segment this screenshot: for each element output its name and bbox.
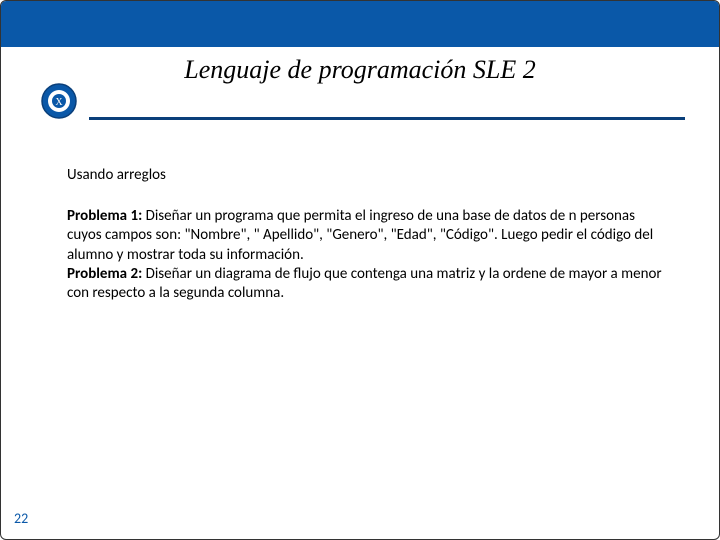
- page-title: Lenguaje de programación SLE 2: [1, 55, 719, 85]
- problem2-label: Problema 2:: [67, 265, 142, 283]
- problems-paragraph: Problema 1: Diseñar un programa que perm…: [67, 207, 669, 303]
- institution-logo-icon: X: [41, 83, 77, 119]
- slide: Lenguaje de programación SLE 2 X Usando …: [0, 0, 720, 540]
- problem1-text: Diseñar un programa que permita el ingre…: [67, 207, 653, 263]
- problem1-label: Problema 1:: [67, 207, 142, 225]
- content-body: Usando arreglos Problema 1: Diseñar un p…: [67, 166, 669, 303]
- header-area: Lenguaje de programación SLE 2 X: [1, 47, 719, 127]
- top-bar: [1, 1, 719, 47]
- svg-text:X: X: [55, 97, 63, 108]
- header-divider: [89, 117, 685, 120]
- section-subheading: Usando arreglos: [67, 166, 669, 185]
- page-number: 22: [14, 510, 28, 527]
- problem2-text: Diseñar un diagrama de flujo que conteng…: [67, 265, 662, 302]
